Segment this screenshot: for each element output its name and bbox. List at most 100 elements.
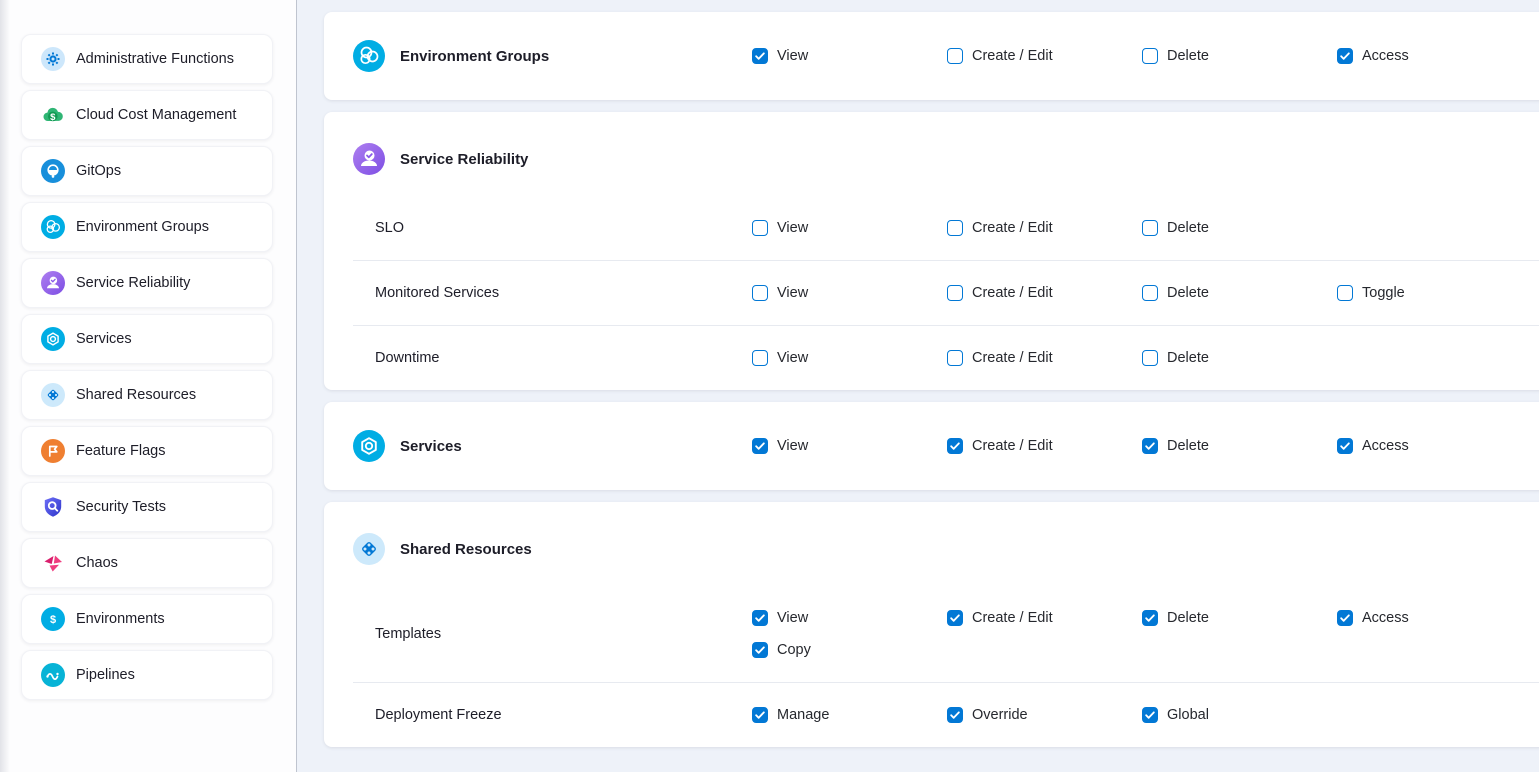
unchecked-checkbox-icon[interactable] <box>752 350 768 366</box>
security-tests-icon <box>41 495 65 519</box>
sidebar-item-label: GitOps <box>76 163 121 179</box>
sidebar-item-pipelines[interactable]: Pipelines <box>21 650 273 700</box>
sidebar-item-label: Chaos <box>76 555 118 571</box>
checked-checkbox-icon[interactable] <box>752 707 768 723</box>
perm-create-edit[interactable]: Create / Edit <box>947 610 1142 626</box>
perm-label: Create / Edit <box>972 220 1053 236</box>
perm-delete[interactable]: Delete <box>1142 285 1337 301</box>
sidebar-item-security-tests[interactable]: Security Tests <box>21 482 273 532</box>
perm-manage[interactable]: Manage <box>752 707 947 723</box>
perm-label: Access <box>1362 610 1409 626</box>
checked-checkbox-icon[interactable] <box>1142 707 1158 723</box>
section-card-shared-resources: Shared ResourcesTemplatesViewCreate / Ed… <box>324 502 1539 747</box>
perm-delete[interactable]: Delete <box>1142 220 1337 236</box>
perm-label: Create / Edit <box>972 48 1053 64</box>
sidebar-item-label: Services <box>76 331 132 347</box>
perm-label: View <box>777 220 808 236</box>
perm-create-edit[interactable]: Create / Edit <box>947 438 1142 454</box>
checked-checkbox-icon[interactable] <box>1337 438 1353 454</box>
resource-row-slo: SLO View Create / Edit Delete <box>324 196 1539 260</box>
checked-checkbox-icon[interactable] <box>1142 610 1158 626</box>
perm-view[interactable]: View <box>752 48 947 64</box>
permission-grid: ViewCreate / Edit Delete Access Copy <box>752 610 1532 658</box>
unchecked-checkbox-icon[interactable] <box>947 350 963 366</box>
unchecked-checkbox-icon[interactable] <box>947 48 963 64</box>
perm-create-edit[interactable]: Create / Edit <box>947 350 1142 366</box>
perm-access[interactable]: Access <box>1337 48 1532 64</box>
perm-view[interactable]: View <box>752 610 947 626</box>
checked-checkbox-icon[interactable] <box>947 438 963 454</box>
sidebar-item-label: Service Reliability <box>76 275 190 291</box>
checked-checkbox-icon[interactable] <box>947 707 963 723</box>
sidebar-item-administrative-functions[interactable]: Administrative Functions <box>21 34 273 84</box>
perm-copy[interactable]: Copy <box>752 642 947 658</box>
unchecked-checkbox-icon[interactable] <box>752 220 768 236</box>
sidebar-item-environment-groups[interactable]: Environment Groups <box>21 202 273 252</box>
shared-resources-icon <box>41 383 65 407</box>
perm-create-edit[interactable]: Create / Edit <box>947 220 1142 236</box>
gitops-icon <box>41 159 65 183</box>
resource-label: Deployment Freeze <box>324 707 752 723</box>
section-title: Services <box>400 438 462 455</box>
perm-label: View <box>777 438 808 454</box>
unchecked-checkbox-icon[interactable] <box>752 285 768 301</box>
unchecked-checkbox-icon[interactable] <box>1142 350 1158 366</box>
perm-delete[interactable]: Delete <box>1142 610 1337 626</box>
checked-checkbox-icon[interactable] <box>947 610 963 626</box>
perm-view[interactable]: View <box>752 350 947 366</box>
sidebar-item-gitops[interactable]: GitOps <box>21 146 273 196</box>
service-reliability-icon <box>41 271 65 295</box>
svg-text:$: $ <box>50 112 56 123</box>
unchecked-checkbox-icon[interactable] <box>1142 285 1158 301</box>
permission-grid: View Create / Edit Delete <box>752 220 1532 236</box>
perm-label: View <box>777 285 808 301</box>
unchecked-checkbox-icon[interactable] <box>1142 48 1158 64</box>
main-content: Environment GroupsViewCreate / EditDelet… <box>297 0 1539 772</box>
sidebar-item-cloud-cost-management[interactable]: $Cloud Cost Management <box>21 90 273 140</box>
perm-access[interactable]: Access <box>1337 438 1532 454</box>
sidebar-item-environments[interactable]: $Environments <box>21 594 273 644</box>
checked-checkbox-icon[interactable] <box>1142 438 1158 454</box>
service-reliability-icon <box>353 143 385 175</box>
checked-checkbox-icon[interactable] <box>1337 610 1353 626</box>
unchecked-checkbox-icon[interactable] <box>1142 220 1158 236</box>
section-card-environment-groups: Environment GroupsViewCreate / EditDelet… <box>324 12 1539 100</box>
checked-checkbox-icon[interactable] <box>752 48 768 64</box>
perm-label: Create / Edit <box>972 438 1053 454</box>
perm-override[interactable]: Override <box>947 707 1142 723</box>
checked-checkbox-icon[interactable] <box>752 438 768 454</box>
sidebar-item-feature-flags[interactable]: Feature Flags <box>21 426 273 476</box>
perm-label: Delete <box>1167 610 1209 626</box>
resource-row-downtime: DowntimeViewCreate / EditDelete <box>324 326 1539 390</box>
perm-delete[interactable]: Delete <box>1142 438 1337 454</box>
perm-toggle[interactable]: Toggle <box>1337 285 1532 301</box>
perm-label: Delete <box>1167 438 1209 454</box>
perm-view[interactable]: View <box>752 438 947 454</box>
resource-label: Downtime <box>324 350 752 366</box>
section-title-zone: Service Reliability <box>324 143 752 175</box>
checked-checkbox-icon[interactable] <box>1337 48 1353 64</box>
perm-view[interactable]: View <box>752 220 947 236</box>
permission-grid: ViewCreate / EditDelete <box>752 350 1532 366</box>
sidebar-item-chaos[interactable]: Chaos <box>21 538 273 588</box>
sidebar-item-shared-resources[interactable]: Shared Resources <box>21 370 273 420</box>
unchecked-checkbox-icon[interactable] <box>1337 285 1353 301</box>
resource-label: SLO <box>324 220 752 236</box>
checked-checkbox-icon[interactable] <box>752 610 768 626</box>
environment-groups-icon <box>353 40 385 72</box>
perm-label: Delete <box>1167 48 1209 64</box>
checked-checkbox-icon[interactable] <box>752 642 768 658</box>
perm-view[interactable]: View <box>752 285 947 301</box>
sidebar-item-services[interactable]: Services <box>21 314 273 364</box>
perm-create-edit[interactable]: Create / Edit <box>947 285 1142 301</box>
perm-delete[interactable]: Delete <box>1142 350 1337 366</box>
unchecked-checkbox-icon[interactable] <box>947 220 963 236</box>
section-card-services: Services View Create / Edit Delete Access <box>324 402 1539 490</box>
perm-create-edit[interactable]: Create / Edit <box>947 48 1142 64</box>
perm-delete[interactable]: Delete <box>1142 48 1337 64</box>
unchecked-checkbox-icon[interactable] <box>947 285 963 301</box>
services-icon <box>353 430 385 462</box>
sidebar-item-service-reliability[interactable]: Service Reliability <box>21 258 273 308</box>
perm-global[interactable]: Global <box>1142 707 1337 723</box>
perm-access[interactable]: Access <box>1337 610 1532 626</box>
